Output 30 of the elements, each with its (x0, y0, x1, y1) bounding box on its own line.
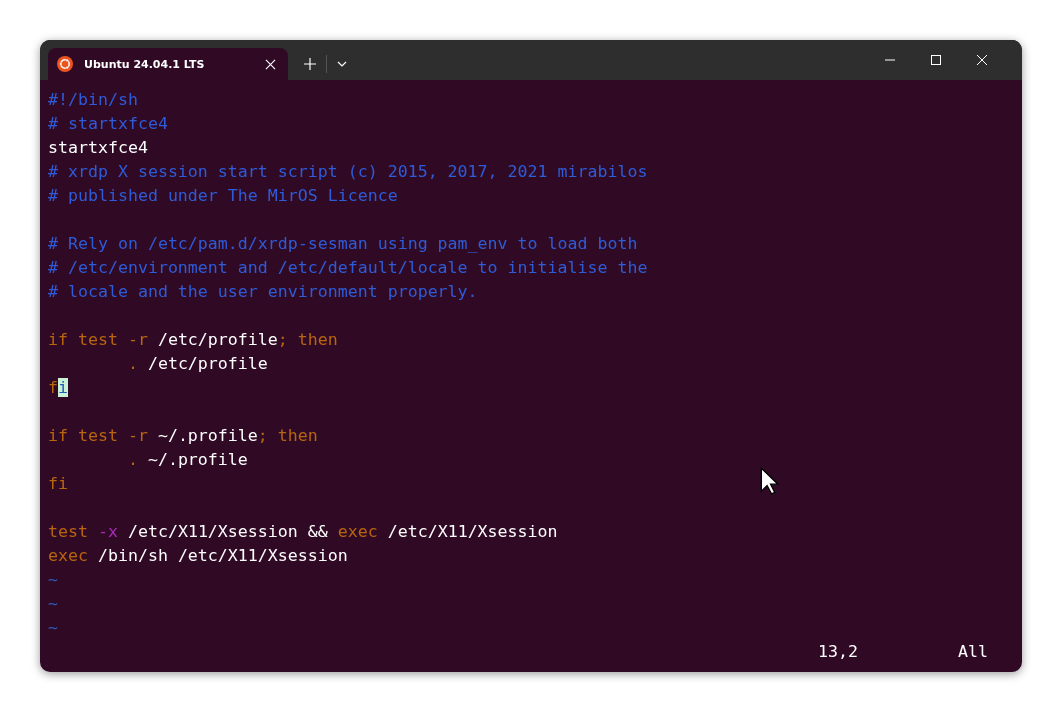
chevron-down-icon[interactable] (337, 61, 347, 67)
code-line: # locale and the user environment properly. (48, 281, 478, 303)
code-line: #!/bin/sh (48, 89, 138, 111)
code-line: # xrdp X session start script (c) 2015, 2017, 2021 mirabilos (48, 161, 648, 183)
code-line: test -x /etc/X11/Xsession && exec /etc/X11/Xsession (48, 521, 558, 543)
code-line: # /etc/environment and /etc/default/locale to initialise the (48, 257, 648, 279)
empty-line-marker: ~ (48, 617, 58, 639)
code-line: . /etc/profile (126, 353, 268, 375)
code-line: # Rely on /etc/pam.d/xrdp-sesman using pam_env to load both (48, 233, 638, 255)
code-line: # startxfce4 (48, 113, 168, 135)
code-line: if test -r ~/.profile; then (48, 425, 318, 447)
scroll-indicator: All (958, 641, 988, 663)
mouse-pointer-icon (759, 467, 779, 495)
close-tab-icon[interactable] (265, 58, 276, 70)
code-line: . ~/.profile (126, 449, 248, 471)
code-line: fi (48, 473, 68, 495)
close-icon[interactable] (976, 54, 988, 66)
code-line: if test -r /etc/profile; then (48, 329, 338, 351)
code-line: exec /bin/sh /etc/X11/Xsession (48, 545, 348, 567)
cursor-position: 13,2 (818, 641, 859, 663)
code-line: # published under The MirOS Licence (48, 185, 398, 207)
maximize-icon[interactable] (930, 54, 942, 66)
circle-logo-icon (57, 56, 73, 72)
empty-line-marker: ~ (48, 593, 58, 615)
terminal-tab[interactable]: Ubuntu 24.04.1 LTS (48, 48, 288, 80)
new-tab-icon[interactable] (304, 58, 316, 70)
tab-title: Ubuntu 24.04.1 LTS (84, 57, 206, 71)
code-line: startxfce4 (48, 137, 148, 159)
empty-line-marker: ~ (48, 569, 58, 591)
code-line: fi (48, 377, 68, 399)
